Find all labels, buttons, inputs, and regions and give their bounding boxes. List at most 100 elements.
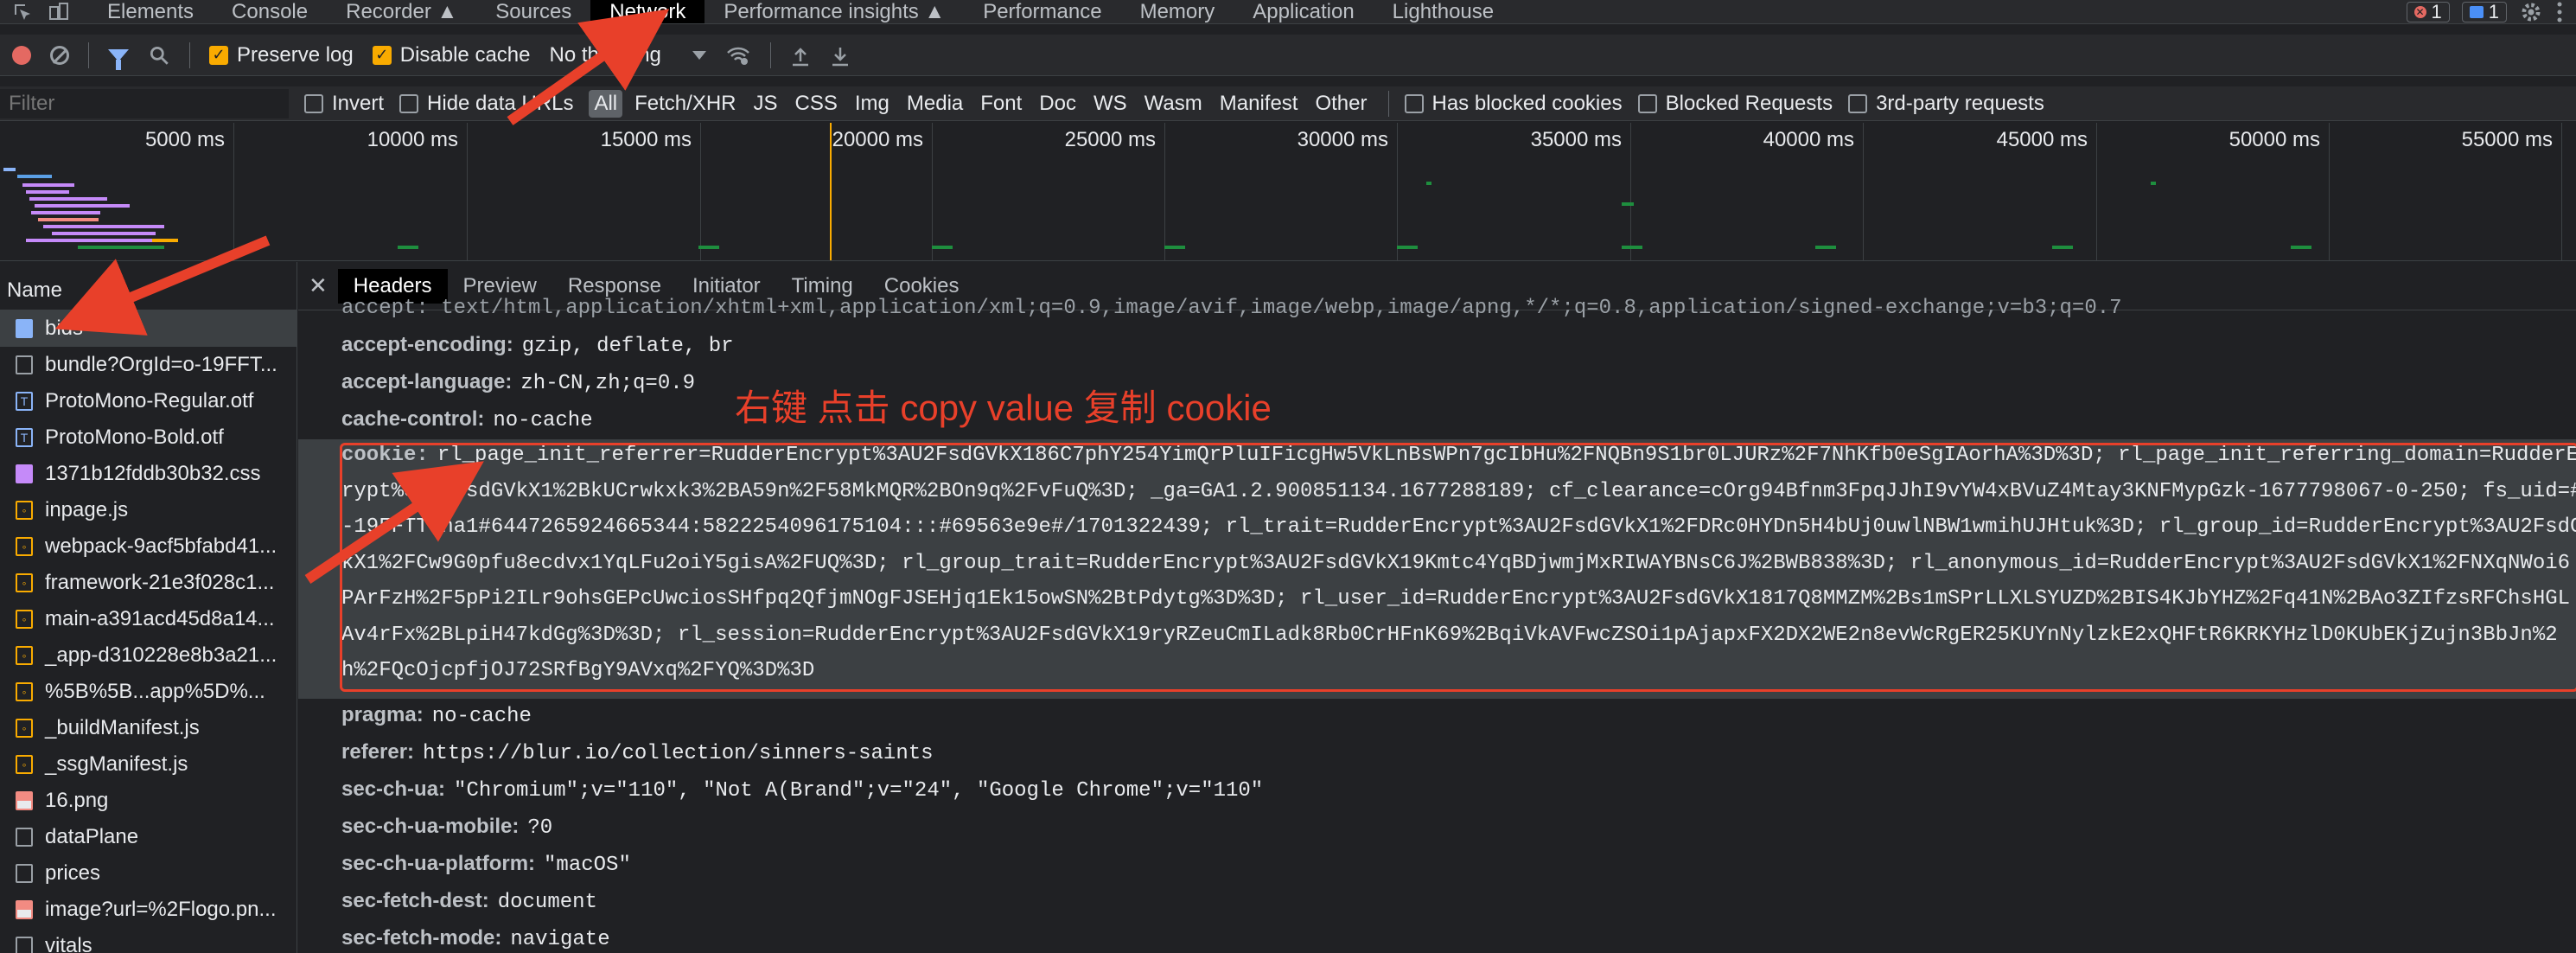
filter-type-other[interactable]: Other	[1310, 90, 1372, 118]
gear-icon[interactable]	[2519, 0, 2543, 24]
request-row[interactable]: ◦ webpack-9acf5bfabd41...	[0, 528, 296, 565]
request-row[interactable]: bids	[0, 310, 296, 347]
checkmark-icon: ✓	[372, 45, 392, 65]
waterfall-bar	[17, 175, 52, 178]
header-value[interactable]: no-cache	[493, 409, 592, 432]
tab-console[interactable]: Console	[213, 0, 327, 23]
has-blocked-cookies-checkbox[interactable]: Has blocked cookies	[1404, 92, 1623, 116]
request-row[interactable]: ◦ framework-21e3f028c1...	[0, 565, 296, 601]
topbar-left-icons	[0, 0, 88, 23]
header-value[interactable]: "macOS"	[544, 854, 631, 877]
filter-type-wasm[interactable]: Wasm	[1139, 90, 1208, 118]
request-list: Name bids bundle?OrgId=o-19FFT... T ProtoMo…	[0, 262, 297, 953]
request-row[interactable]: ◦ _ssgManifest.js	[0, 746, 296, 783]
errors-badge[interactable]: ✕ 1	[2406, 1, 2450, 22]
header-row-partial: accept: text/html,application/xhtml+xml,…	[341, 297, 2122, 320]
close-icon[interactable]: ✕	[307, 272, 338, 299]
chevron-down-icon	[692, 50, 706, 60]
request-row[interactable]: ◦ _buildManifest.js	[0, 710, 296, 746]
wifi-conditions-icon[interactable]	[725, 44, 751, 67]
request-row[interactable]: prices	[0, 855, 296, 892]
header-value[interactable]: document	[498, 891, 597, 914]
filter-type-manifest[interactable]: Manifest	[1215, 90, 1304, 118]
header-value[interactable]: ?0	[527, 816, 552, 840]
request-row[interactable]: 1371b12fddb30b32.css	[0, 456, 296, 492]
request-row[interactable]: image?url=%2Flogo.pn...	[0, 892, 296, 928]
tab-network[interactable]: Network	[590, 0, 705, 23]
request-row[interactable]: vitals	[0, 928, 296, 953]
header-value[interactable]: "Chromium";v="110", "Not A(Brand";v="24"…	[454, 779, 1263, 803]
request-row[interactable]: 16.png	[0, 783, 296, 819]
filter-type-font[interactable]: Font	[975, 90, 1027, 118]
tab-elements[interactable]: Elements	[88, 0, 213, 23]
request-row[interactable]: dataPlane	[0, 819, 296, 855]
filter-icon[interactable]	[108, 48, 129, 70]
filter-type-css[interactable]: CSS	[790, 90, 843, 118]
request-row[interactable]: ◦ main-a391acd45d8a14...	[0, 601, 296, 637]
disable-cache-checkbox[interactable]: ✓ Disable cache	[372, 43, 530, 67]
third-party-checkbox[interactable]: 3rd-party requests	[1848, 92, 2044, 116]
checkmark-icon: ✓	[209, 45, 228, 65]
filter-type-fetch-xhr[interactable]: Fetch/XHR	[629, 90, 741, 118]
name-column-header[interactable]: Name	[0, 262, 296, 310]
filter-type-js[interactable]: JS	[749, 90, 783, 118]
request-name: main-a391acd45d8a14...	[45, 607, 275, 630]
header-value[interactable]: zh-CN,zh;q=0.9	[520, 372, 695, 395]
invert-checkbox[interactable]: Invert	[304, 92, 384, 116]
request-row[interactable]: T ProtoMono-Bold.otf	[0, 419, 296, 456]
request-row[interactable]: ◦ %5B%5B...app%5D%...	[0, 674, 296, 710]
export-har-icon[interactable]	[830, 44, 851, 67]
waterfall-bar	[3, 168, 16, 171]
waterfall-bar	[1622, 202, 1634, 206]
clear-icon[interactable]	[50, 45, 69, 65]
search-icon[interactable]	[148, 44, 170, 67]
header-row: sec-ch-ua-platform: "macOS"	[341, 852, 631, 877]
header-value[interactable]: no-cache	[432, 705, 532, 728]
header-value[interactable]: navigate	[510, 928, 609, 951]
messages-badge[interactable]: 1	[2461, 1, 2507, 22]
tab-performance-insights[interactable]: Performance insights ▲	[705, 0, 964, 23]
preserve-log-checkbox[interactable]: ✓ Preserve log	[209, 43, 354, 67]
header-value[interactable]: https://blur.io/collection/sinners-saint…	[423, 742, 934, 765]
js-icon: ◦	[16, 755, 33, 774]
blocked-requests-checkbox[interactable]: Blocked Requests	[1637, 92, 1833, 116]
header-row: sec-ch-ua-mobile: ?0	[341, 815, 552, 840]
header-value[interactable]: gzip, deflate, br	[522, 335, 734, 358]
waterfall-bar	[932, 246, 953, 249]
filter-type-doc[interactable]: Doc	[1034, 90, 1081, 118]
waterfall-bar	[1426, 182, 1431, 185]
network-overview-timeline[interactable]: 5000 ms 10000 ms 15000 ms 20000 ms 25000 ms 3…	[0, 123, 2576, 261]
request-row[interactable]: ◦ inpage.js	[0, 492, 296, 528]
filter-type-all[interactable]: All	[589, 89, 623, 118]
waterfall-bar	[698, 246, 719, 249]
js-icon: ◦	[16, 537, 33, 556]
filter-type-ws[interactable]: WS	[1088, 90, 1132, 118]
filter-type-media[interactable]: Media	[902, 90, 968, 118]
filter-type-img[interactable]: Img	[850, 90, 895, 118]
tab-lighthouse[interactable]: Lighthouse	[1374, 0, 1513, 23]
hide-data-urls-checkbox[interactable]: Hide data URLs	[399, 92, 573, 116]
tab-application[interactable]: Application	[1234, 0, 1373, 23]
tab-performance[interactable]: Performance	[964, 0, 1120, 23]
more-menu-icon[interactable]	[2555, 0, 2564, 24]
throttling-select[interactable]: No throttling	[549, 43, 706, 67]
request-row[interactable]: bundle?OrgId=o-19FFT...	[0, 347, 296, 383]
message-icon	[2469, 5, 2484, 18]
tab-memory[interactable]: Memory	[1121, 0, 1234, 23]
import-har-icon[interactable]	[790, 44, 811, 67]
file-icon	[16, 828, 33, 847]
request-row[interactable]: T ProtoMono-Regular.otf	[0, 383, 296, 419]
waterfall-bar	[130, 246, 164, 249]
tab-recorder[interactable]: Recorder ▲	[327, 0, 476, 23]
filter-input[interactable]	[0, 88, 289, 118]
device-toolbar-icon[interactable]	[48, 2, 69, 22]
header-key: sec-ch-ua-mobile:	[341, 815, 520, 838]
record-icon[interactable]	[12, 45, 31, 65]
request-name: bundle?OrgId=o-19FFT...	[45, 353, 277, 376]
tab-sources[interactable]: Sources	[476, 0, 590, 23]
request-name: framework-21e3f028c1...	[45, 571, 275, 594]
inspect-element-icon[interactable]	[12, 2, 33, 22]
waterfall-bar	[152, 239, 178, 242]
overview-gridline	[1397, 123, 1398, 260]
request-row[interactable]: ◦ _app-d310228e8b3a21...	[0, 637, 296, 674]
